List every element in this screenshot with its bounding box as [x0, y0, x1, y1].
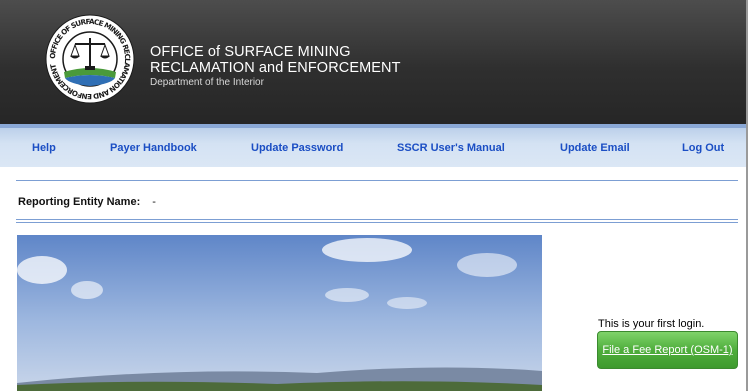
- nav-update-password-link[interactable]: Update Password: [251, 142, 343, 154]
- site-header: OFFICE OF SURFACE MINING RECLAMATION AND…: [0, 0, 746, 124]
- agency-department: Department of the Interior: [150, 77, 264, 88]
- nav-help-link[interactable]: Help: [32, 142, 56, 154]
- nav-payer-handbook-link[interactable]: Payer Handbook: [110, 142, 197, 154]
- nav-update-email-link[interactable]: Update Email: [560, 142, 630, 154]
- file-fee-report-label: File a Fee Report (OSM-1): [602, 344, 733, 356]
- reporting-entity: Reporting Entity Name: -: [18, 196, 156, 208]
- page-frame: OFFICE OF SURFACE MINING RECLAMATION AND…: [0, 0, 748, 391]
- nav-sscr-manual-link[interactable]: SSCR User's Manual: [397, 142, 505, 154]
- first-login-message: This is your first login.: [598, 318, 705, 330]
- divider: [16, 219, 738, 220]
- landscape-photo: [17, 235, 542, 391]
- osm-seal-logo: OFFICE OF SURFACE MINING RECLAMATION AND…: [45, 14, 135, 104]
- divider: [16, 180, 738, 181]
- agency-name-line2: RECLAMATION and ENFORCEMENT: [150, 60, 401, 76]
- landscape-image: [17, 235, 542, 391]
- reporting-entity-label: Reporting Entity Name:: [18, 196, 141, 208]
- file-fee-report-button[interactable]: File a Fee Report (OSM-1): [597, 331, 738, 369]
- divider: [16, 222, 738, 223]
- nav-log-out-link[interactable]: Log Out: [682, 142, 724, 154]
- reporting-entity-value: -: [152, 196, 156, 208]
- agency-name-line1: OFFICE of SURFACE MINING: [150, 44, 351, 60]
- agency-title: OFFICE of SURFACE MINING RECLAMATION and…: [150, 44, 401, 90]
- main-nav: Help Payer Handbook Update Password SSCR…: [0, 124, 746, 167]
